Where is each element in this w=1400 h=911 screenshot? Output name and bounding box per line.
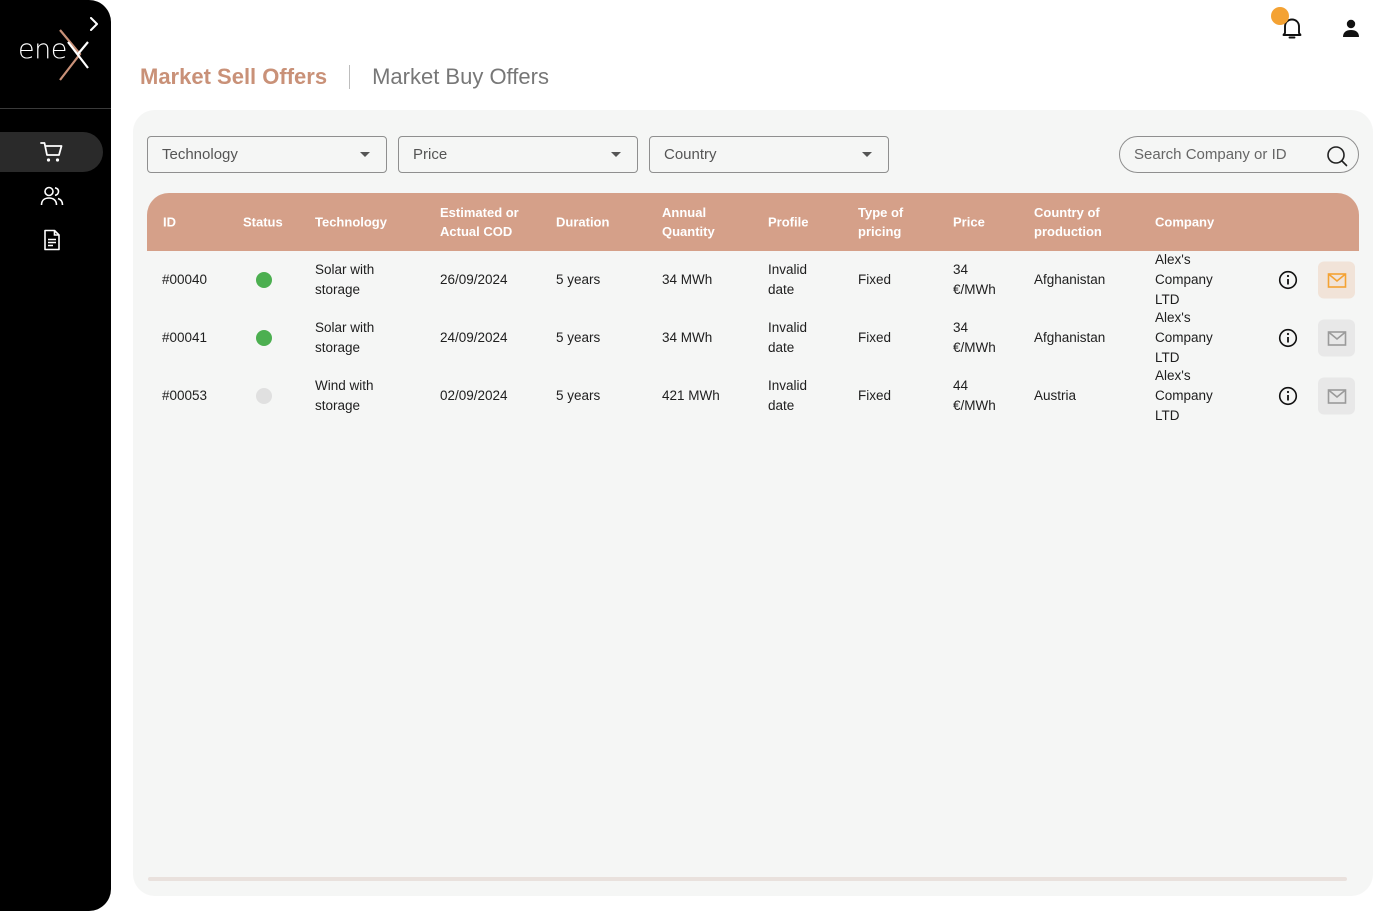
dropdown-caret-icon	[611, 152, 621, 157]
cell-quantity: 34 MWh	[662, 330, 713, 345]
horizontal-scrollbar[interactable]	[148, 877, 1347, 881]
mail-icon	[1327, 388, 1346, 404]
table-row[interactable]: #00040 Solar with storage 26/09/2024 5 y…	[147, 251, 1359, 309]
info-icon	[1278, 386, 1298, 406]
profile-button[interactable]	[1338, 15, 1364, 41]
cell-duration: 5 years	[556, 272, 601, 287]
user-icon	[1343, 19, 1359, 37]
mail-icon	[1327, 272, 1346, 288]
cell-pricing: Fixed	[858, 272, 892, 287]
column-header-profile[interactable]: Profile	[768, 213, 808, 232]
column-header-company[interactable]: Company	[1155, 213, 1214, 232]
country-filter-label: Country	[664, 146, 717, 163]
cell-technology: Solar with storage	[315, 320, 375, 355]
search-button[interactable]	[1326, 145, 1348, 171]
cell-price: 34 €/MWh	[953, 262, 996, 297]
enex-logo: ene	[16, 28, 96, 84]
column-header-duration[interactable]: Duration	[556, 213, 609, 232]
document-icon	[43, 229, 60, 251]
mail-icon	[1327, 330, 1346, 346]
dropdown-caret-icon	[862, 152, 872, 157]
search-icon	[1327, 146, 1348, 167]
cell-profile: Invalid date	[768, 320, 808, 355]
tab-market-sell-offers[interactable]: Market Sell Offers	[140, 64, 327, 90]
cell-company: Alex's Company LTD	[1155, 310, 1213, 365]
column-header-cod[interactable]: Estimated or Actual COD	[440, 203, 530, 241]
cell-technology: Solar with storage	[315, 262, 375, 297]
cell-pricing: Fixed	[858, 330, 892, 345]
cell-id: #00041	[162, 330, 208, 345]
column-header-id[interactable]: ID	[163, 213, 176, 232]
sidebar-item-documents[interactable]	[0, 220, 103, 260]
column-header-technology[interactable]: Technology	[315, 213, 387, 232]
column-header-pricing[interactable]: Type of pricing	[858, 203, 913, 241]
sidebar-divider	[0, 108, 111, 109]
cell-price: 44 €/MWh	[953, 378, 996, 413]
technology-filter-label: Technology	[162, 146, 238, 163]
tab-market-buy-offers[interactable]: Market Buy Offers	[372, 64, 549, 90]
column-header-price[interactable]: Price	[953, 213, 985, 232]
cell-country: Afghanistan	[1034, 330, 1106, 345]
tab-separator	[349, 65, 351, 89]
cell-quantity: 34 MWh	[662, 272, 713, 287]
logo-x-mark	[59, 29, 89, 81]
table-row[interactable]: #00041 Solar with storage 24/09/2024 5 y…	[147, 309, 1359, 367]
column-header-country[interactable]: Country of production	[1034, 203, 1124, 241]
price-filter[interactable]: Price	[398, 136, 638, 173]
cell-id: #00053	[162, 388, 208, 403]
cell-company: Alex's Company LTD	[1155, 252, 1213, 307]
cell-duration: 5 years	[556, 388, 601, 403]
info-icon	[1278, 270, 1298, 290]
cell-pricing: Fixed	[858, 388, 892, 403]
sidebar: ene	[0, 0, 111, 911]
cell-cod: 26/09/2024	[440, 272, 508, 287]
cell-profile: Invalid date	[768, 262, 808, 297]
status-indicator	[256, 272, 272, 288]
country-filter[interactable]: Country	[649, 136, 889, 173]
cell-profile: Invalid date	[768, 378, 808, 413]
cell-price: 34 €/MWh	[953, 320, 996, 355]
cell-technology: Wind with storage	[315, 378, 374, 413]
cell-company: Alex's Company LTD	[1155, 368, 1213, 423]
price-filter-label: Price	[413, 146, 448, 163]
notification-badge	[1271, 7, 1289, 25]
search-input[interactable]	[1134, 146, 1314, 163]
cell-duration: 5 years	[556, 330, 601, 345]
column-header-status[interactable]: Status	[243, 213, 283, 232]
cell-cod: 24/09/2024	[440, 330, 508, 345]
info-button[interactable]	[1278, 270, 1298, 290]
cart-icon	[39, 142, 62, 162]
status-indicator	[256, 330, 272, 346]
contact-button[interactable]	[1318, 319, 1355, 357]
contact-button[interactable]	[1318, 261, 1355, 299]
table-header: ID Status Technology Estimated or Actual…	[147, 193, 1359, 251]
sidebar-item-users[interactable]	[0, 176, 103, 216]
search-box	[1119, 136, 1359, 173]
cell-country: Austria	[1034, 388, 1077, 403]
sidebar-item-market[interactable]	[0, 132, 103, 172]
cell-quantity: 421 MWh	[662, 388, 720, 403]
column-header-quantity[interactable]: Annual Quantity	[662, 203, 732, 241]
status-indicator	[256, 388, 272, 404]
dropdown-caret-icon	[360, 152, 370, 157]
info-button[interactable]	[1278, 386, 1298, 406]
contact-button[interactable]	[1318, 377, 1355, 415]
offer-tabs: Market Sell Offers Market Buy Offers	[140, 64, 549, 90]
technology-filter[interactable]: Technology	[147, 136, 387, 173]
info-button[interactable]	[1278, 328, 1298, 348]
cell-cod: 02/09/2024	[440, 388, 508, 403]
table-row[interactable]: #00053 Wind with storage 02/09/2024 5 ye…	[147, 367, 1359, 425]
info-icon	[1278, 328, 1298, 348]
cell-id: #00040	[162, 272, 208, 287]
cell-country: Afghanistan	[1034, 272, 1106, 287]
users-icon	[40, 186, 63, 206]
